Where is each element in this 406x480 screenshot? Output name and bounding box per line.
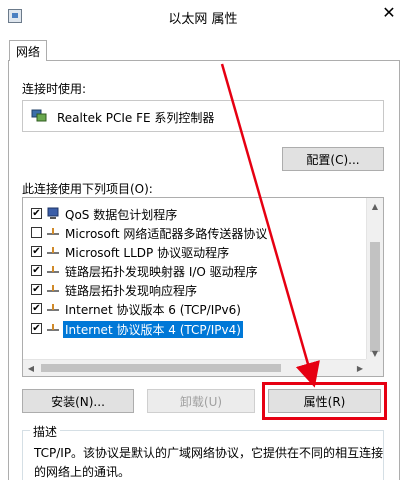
list-item-selected[interactable]: ✔ Internet 协议版本 4 (TCP/IPv4) <box>23 319 367 338</box>
uninstall-button[interactable]: 卸载(U) <box>147 389 255 413</box>
list-item[interactable]: ✔ Internet 协议版本 6 (TCP/IPv6) <box>23 299 367 318</box>
item-label: 链路层拓扑发现响应程序 <box>65 284 198 298</box>
scroll-left-icon[interactable]: ◀ <box>23 360 39 376</box>
install-button[interactable]: 安装(N)... <box>22 389 134 413</box>
item-checkbox[interactable]: ✔ <box>31 208 42 219</box>
close-button[interactable]: ✕ <box>372 0 406 24</box>
protocol-icon <box>47 247 59 254</box>
protocol-icon <box>47 228 59 235</box>
network-adapter-icon <box>31 109 47 122</box>
item-checkbox[interactable] <box>31 227 42 238</box>
item-label: QoS 数据包计划程序 <box>65 208 178 222</box>
items-label: 此连接使用下列项目(O): <box>22 182 153 196</box>
vertical-scrollbar[interactable]: ▲ ▼ <box>366 198 383 361</box>
window-title: 以太网 属性 <box>168 12 238 27</box>
protocol-icon <box>47 324 59 331</box>
list-item[interactable]: ✔ QoS 数据包计划程序 <box>23 204 367 223</box>
scroll-corner <box>366 359 383 376</box>
protocol-icon <box>47 285 59 292</box>
list-item[interactable]: ✔ 链路层拓扑发现响应程序 <box>23 280 367 299</box>
item-label: 链路层拓扑发现映射器 I/O 驱动程序 <box>65 265 258 279</box>
horizontal-scrollbar[interactable]: ◀ ▶ <box>23 359 368 376</box>
item-label: Internet 协议版本 6 (TCP/IPv6) <box>65 303 241 317</box>
tab-network[interactable]: 网络 <box>9 40 47 61</box>
vertical-scroll-thumb[interactable] <box>370 242 380 352</box>
annotation-highlight-box <box>262 382 387 420</box>
item-label: Microsoft 网络适配器多路传送器协议 <box>65 227 268 241</box>
qos-service-icon <box>47 207 59 219</box>
protocol-icon <box>47 266 59 273</box>
components-listbox[interactable]: ✔ QoS 数据包计划程序 Microsoft 网络适配器多路传送器协议 ✔ M… <box>22 197 384 377</box>
item-checkbox[interactable]: ✔ <box>31 284 42 295</box>
description-title: 描述 <box>30 423 61 440</box>
adapter-name: Realtek PCIe FE 系列控制器 <box>57 111 215 125</box>
list-item[interactable]: Microsoft 网络适配器多路传送器协议 <box>23 223 367 242</box>
configure-button[interactable]: 配置(C)... <box>282 147 384 171</box>
protocol-icon <box>47 304 59 311</box>
item-checkbox[interactable]: ✔ <box>31 265 42 276</box>
horizontal-scroll-thumb[interactable] <box>41 364 281 372</box>
item-checkbox[interactable]: ✔ <box>31 246 42 257</box>
item-label: Internet 协议版本 4 (TCP/IPv4) <box>63 321 243 338</box>
adapter-field: Realtek PCIe FE 系列控制器 <box>22 100 384 132</box>
scroll-up-icon[interactable]: ▲ <box>367 198 383 214</box>
item-label: Microsoft LLDP 协议驱动程序 <box>65 246 230 260</box>
description-text: TCP/IP。该协议是默认的广域网络协议，它提供在不同的相互连接的网络上的通讯。 <box>34 446 384 479</box>
title-bar: 以太网 属性 ✕ <box>0 0 406 32</box>
list-item[interactable]: ✔ 链路层拓扑发现映射器 I/O 驱动程序 <box>23 261 367 280</box>
list-item[interactable]: ✔ Microsoft LLDP 协议驱动程序 <box>23 242 367 261</box>
item-checkbox[interactable]: ✔ <box>31 303 42 314</box>
connect-using-label: 连接时使用: <box>22 82 87 96</box>
item-checkbox[interactable]: ✔ <box>31 323 42 334</box>
